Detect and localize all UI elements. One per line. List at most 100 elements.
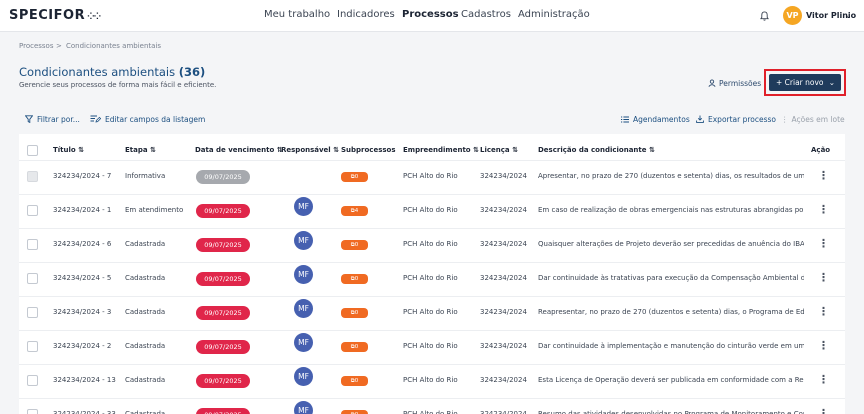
nav-processos[interactable]: Processos (402, 9, 459, 20)
row-actions-kebab-icon[interactable]: ⋮ (818, 237, 829, 250)
col-empreendimento[interactable]: Empreendimento ⇅ (403, 146, 479, 154)
row-etapa: Cadastrada (125, 240, 166, 248)
row-actions-kebab-icon[interactable]: ⋮ (818, 339, 829, 352)
row-checkbox[interactable] (27, 307, 38, 318)
row-checkbox[interactable] (27, 375, 38, 386)
responsible-avatar[interactable]: MF (294, 299, 313, 318)
row-actions-kebab-icon[interactable]: ⋮ (818, 169, 829, 182)
top-navbar: SPECIFOR ⁘⁘ Meu trabalho Indicadores Proc… (0, 0, 864, 32)
row-checkbox[interactable] (27, 239, 38, 250)
subprocess-count-badge[interactable]: ⧉4 (341, 206, 368, 216)
row-descricao: Quaisquer alterações de Projeto deverão … (538, 240, 804, 248)
bell-icon[interactable] (760, 11, 769, 21)
col-responsavel[interactable]: Responsável ⇅ (281, 146, 339, 154)
subprocess-count-badge[interactable]: ⧉0 (341, 274, 368, 284)
breadcrumb-separator: > (56, 42, 62, 50)
user-avatar[interactable]: VP (783, 6, 802, 25)
sort-icon[interactable]: ⇅ (333, 146, 339, 154)
subprocess-count-badge[interactable]: ⧉0 (341, 376, 368, 386)
nav-meu-trabalho[interactable]: Meu trabalho (264, 9, 330, 20)
responsible-avatar[interactable]: MF (294, 265, 313, 284)
subprocess-count-badge[interactable]: ⧉0 (341, 342, 368, 352)
chevron-down-icon[interactable]: ⌄ (845, 11, 852, 20)
due-date-badge: 09/07/2025 (196, 340, 250, 354)
responsible-avatar[interactable]: MF (294, 367, 313, 386)
row-empreendimento: PCH Alto do Rio (403, 410, 458, 414)
row-empreendimento: PCH Alto do Rio (403, 240, 458, 248)
select-all-checkbox[interactable] (27, 145, 38, 156)
row-titulo[interactable]: 324234/2024 - 7 (53, 172, 111, 180)
col-licenca[interactable]: Licença ⇅ (480, 146, 518, 154)
edit-fields-button[interactable]: Editar campos da listagem (90, 115, 205, 124)
row-etapa: Cadastrada (125, 274, 166, 282)
col-vencimento[interactable]: Data de vencimento ⇅ (195, 146, 283, 154)
list-icon (621, 116, 629, 123)
row-titulo[interactable]: 324234/2024 - 5 (53, 274, 111, 282)
col-subprocessos: Subprocessos (341, 146, 396, 154)
batch-actions-button[interactable]: ⋮ Ações em lote (781, 115, 845, 124)
subprocess-count-badge[interactable]: ⧉0 (341, 410, 368, 414)
filter-button[interactable]: Filtrar por... (24, 115, 80, 124)
row-actions-kebab-icon[interactable]: ⋮ (818, 305, 829, 318)
row-checkbox[interactable] (27, 273, 38, 284)
row-etapa: Cadastrada (125, 410, 166, 414)
row-checkbox[interactable] (27, 171, 38, 182)
row-actions-kebab-icon[interactable]: ⋮ (818, 271, 829, 284)
row-titulo[interactable]: 324234/2024 - 1 (53, 206, 111, 214)
row-licenca: 324234/2024 (480, 308, 527, 316)
row-checkbox[interactable] (27, 205, 38, 216)
sort-icon[interactable]: ⇅ (649, 146, 655, 154)
nav-administracao[interactable]: Administração (518, 9, 590, 20)
row-empreendimento: PCH Alto do Rio (403, 274, 458, 282)
specifor-logo[interactable]: SPECIFOR ⁘⁘ (9, 8, 101, 23)
sort-icon[interactable]: ⇅ (512, 146, 518, 154)
permissions-button[interactable]: Permissões (708, 79, 761, 88)
row-checkbox[interactable] (27, 409, 38, 414)
chevron-down-icon[interactable]: ⌄ (829, 74, 835, 91)
subprocess-count-badge[interactable]: ⧉0 (341, 240, 368, 250)
col-acao: Ação (811, 146, 831, 154)
row-etapa: Cadastrada (125, 376, 166, 384)
create-new-button[interactable]: + Criar novo ⌄ (769, 74, 841, 91)
row-empreendimento: PCH Alto do Rio (403, 308, 458, 316)
row-licenca: 324234/2024 (480, 206, 527, 214)
sort-icon[interactable]: ⇅ (473, 146, 479, 154)
col-descricao[interactable]: Descrição da condicionante ⇅ (538, 146, 655, 154)
export-button[interactable]: Exportar processo (696, 115, 776, 124)
row-actions-kebab-icon[interactable]: ⋮ (818, 407, 829, 414)
page-subtitle: Gerencie seus processos de forma mais fá… (19, 81, 217, 89)
nav-indicadores[interactable]: Indicadores (337, 9, 395, 20)
row-licenca: 324234/2024 (480, 342, 527, 350)
sort-icon[interactable]: ⇅ (78, 146, 84, 154)
row-checkbox[interactable] (27, 341, 38, 352)
row-titulo[interactable]: 324234/2024 - 33 (53, 410, 116, 414)
breadcrumb-root[interactable]: Processos (19, 42, 53, 50)
row-descricao: Esta Licença de Operação deverá ser publ… (538, 376, 804, 384)
row-descricao: Em caso de realização de obras emergenci… (538, 206, 804, 214)
subprocess-count-badge[interactable]: ⧉0 (341, 308, 368, 318)
row-etapa: Informativa (125, 172, 166, 180)
due-date-badge: 09/07/2025 (196, 272, 250, 286)
row-empreendimento: PCH Alto do Rio (403, 376, 458, 384)
sort-icon[interactable]: ⇅ (150, 146, 156, 154)
row-titulo[interactable]: 324234/2024 - 3 (53, 308, 111, 316)
row-licenca: 324234/2024 (480, 240, 527, 248)
row-titulo[interactable]: 324234/2024 - 6 (53, 240, 111, 248)
col-titulo[interactable]: Título ⇅ (53, 146, 84, 154)
due-date-badge: 09/07/2025 (196, 408, 250, 414)
schedules-button[interactable]: Agendamentos (621, 115, 690, 124)
row-titulo[interactable]: 324234/2024 - 13 (53, 376, 116, 384)
row-titulo[interactable]: 324234/2024 - 2 (53, 342, 111, 350)
responsible-avatar[interactable]: MF (294, 197, 313, 216)
responsible-avatar[interactable]: MF (294, 401, 313, 414)
row-descricao: Resumo das atividades desenvolvidas no P… (538, 410, 804, 414)
subprocess-count-badge[interactable]: ⧉0 (341, 172, 368, 182)
responsible-avatar[interactable]: MF (294, 231, 313, 250)
row-actions-kebab-icon[interactable]: ⋮ (818, 373, 829, 386)
row-actions-kebab-icon[interactable]: ⋮ (818, 203, 829, 216)
row-descricao: Apresentar, no prazo de 270 (duzentos e … (538, 172, 804, 180)
col-etapa[interactable]: Etapa ⇅ (125, 146, 156, 154)
nav-cadastros[interactable]: Cadastros (461, 9, 511, 20)
responsible-avatar[interactable]: MF (294, 333, 313, 352)
download-icon (696, 115, 704, 123)
